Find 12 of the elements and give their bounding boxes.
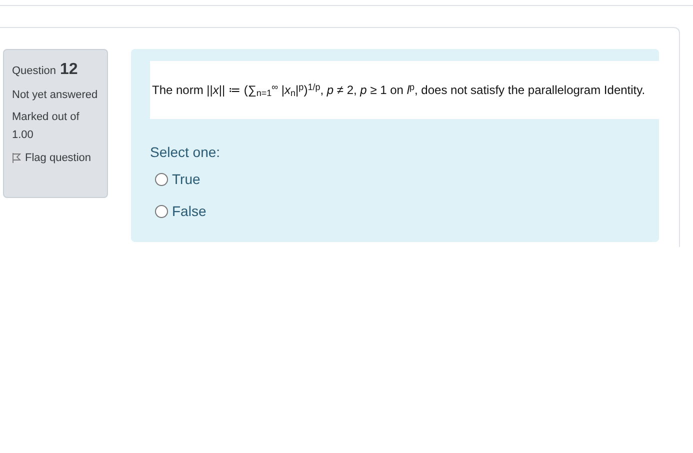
flag-question-link[interactable]: Flag question bbox=[12, 150, 99, 166]
answer-option[interactable]: False bbox=[155, 201, 659, 222]
question-number: 12 bbox=[60, 60, 78, 80]
marks-text: Marked out of 1.00 bbox=[12, 110, 80, 143]
status-text: Not yet answered bbox=[12, 88, 99, 103]
question-label: Question bbox=[12, 64, 56, 79]
question-text: The norm ||x|| ≔ (∑$_{n=1}$$^{∞}$ |x$_{n}$|$^{p}$)$^{1/p}$, p ≠ 2, p ≥ 1 on l$^{p}$, does not satisfy the parallelogram Identity. bbox=[151, 80, 646, 100]
flag-icon bbox=[12, 153, 21, 164]
radio-button[interactable] bbox=[155, 173, 168, 186]
answer-option[interactable]: True bbox=[155, 169, 659, 190]
select-one-prompt: Select one: bbox=[150, 143, 222, 162]
radio-button[interactable] bbox=[155, 205, 168, 218]
